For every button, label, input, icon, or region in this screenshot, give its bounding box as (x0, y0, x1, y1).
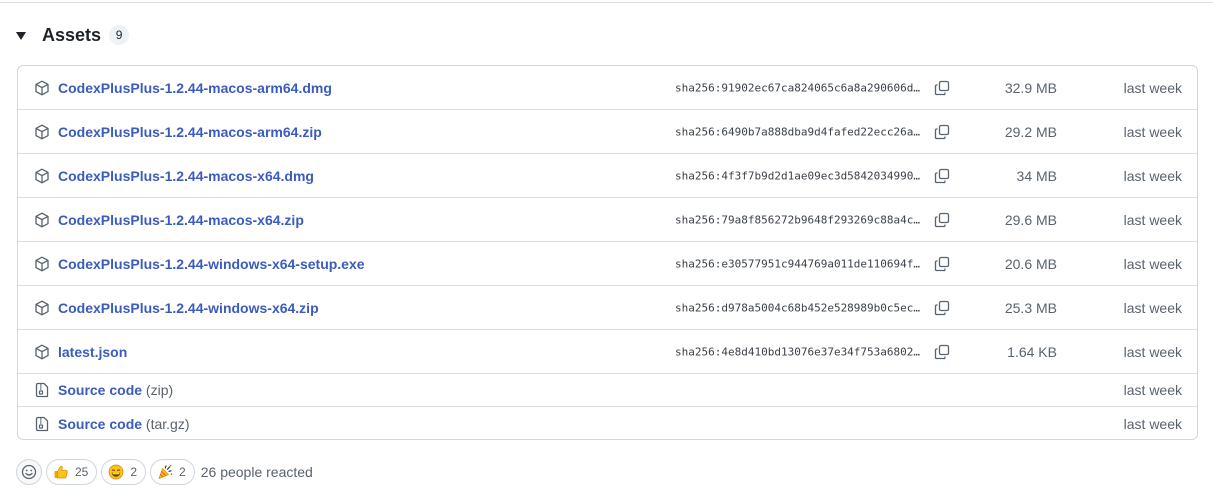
asset-size: 29.6 MB (1004, 211, 1057, 228)
copy-sha-button[interactable] (932, 122, 952, 142)
add-reaction-button[interactable] (16, 459, 42, 485)
package-icon (34, 124, 50, 140)
copy-sha-button[interactable] (932, 298, 952, 318)
laugh-icon (108, 464, 124, 480)
copy-icon (934, 80, 950, 95)
asset-date: last week (1123, 211, 1182, 228)
asset-size: 1.64 KB (1007, 343, 1057, 360)
section-divider (0, 2, 1213, 3)
package-icon (34, 256, 50, 272)
package-icon (34, 300, 50, 316)
copy-sha-button[interactable] (932, 254, 952, 274)
copy-icon (934, 124, 950, 139)
reaction-thumbs-up-button[interactable]: 25 (46, 459, 98, 485)
asset-row: latest.json sha256:4e8d410bd13076e37e34f… (18, 330, 1197, 374)
copy-icon (934, 256, 950, 271)
assets-header[interactable]: Assets 9 (14, 22, 130, 48)
asset-sha256: sha256:e30577951c944769a011de110694f… (675, 257, 921, 270)
package-icon (34, 344, 50, 360)
reaction-count: 2 (179, 465, 186, 479)
assets-count-badge: 9 (109, 25, 130, 45)
asset-row: CodexPlusPlus-1.2.44-windows-x64.zip sha… (18, 286, 1197, 330)
asset-row: CodexPlusPlus-1.2.44-macos-arm64.zip sha… (18, 110, 1197, 154)
asset-sha256: sha256:4f3f7b9d2d1ae09ec3d5842034990… (675, 169, 921, 182)
asset-row: CodexPlusPlus-1.2.44-macos-x64.dmg sha25… (18, 154, 1197, 198)
source-code-targz-link[interactable]: Source code (tar.gz) (58, 416, 190, 432)
file-zip-icon (34, 416, 50, 432)
asset-date: last week (1123, 415, 1182, 432)
source-code-row: Source code (zip) last week (18, 374, 1197, 407)
asset-date: last week (1123, 79, 1182, 96)
asset-sha256: sha256:79a8f856272b9648f293269c88a4c… (675, 213, 921, 226)
asset-row: CodexPlusPlus-1.2.44-windows-x64-setup.e… (18, 242, 1197, 286)
reaction-laugh-button[interactable]: 2 (101, 459, 147, 485)
file-zip-icon (34, 382, 50, 398)
asset-download-link[interactable]: latest.json (58, 344, 127, 360)
asset-download-link[interactable]: CodexPlusPlus-1.2.44-macos-arm64.zip (58, 124, 322, 140)
reaction-count: 25 (75, 465, 89, 479)
smiley-icon (21, 464, 37, 480)
asset-row: CodexPlusPlus-1.2.44-macos-x64.zip sha25… (18, 198, 1197, 242)
asset-sha256: sha256:91902ec67ca824065c6a8a290606d… (675, 81, 921, 94)
copy-sha-button[interactable] (932, 78, 952, 98)
copy-sha-button[interactable] (932, 342, 952, 362)
source-code-zip-link[interactable]: Source code (zip) (58, 382, 173, 398)
reactions-summary: 26 people reacted (200, 464, 313, 480)
asset-sha256: sha256:d978a5004c68b452e528989b0c5ec… (675, 301, 921, 314)
asset-download-link[interactable]: CodexPlusPlus-1.2.44-macos-x64.zip (58, 212, 304, 228)
asset-download-link[interactable]: CodexPlusPlus-1.2.44-macos-x64.dmg (58, 168, 314, 184)
asset-size: 34 MB (1016, 167, 1057, 184)
asset-download-link[interactable]: CodexPlusPlus-1.2.44-windows-x64-setup.e… (58, 256, 365, 272)
copy-icon (934, 344, 950, 359)
package-icon (34, 168, 50, 184)
party-popper-icon (157, 464, 173, 480)
copy-sha-button[interactable] (932, 166, 952, 186)
asset-date: last week (1123, 255, 1182, 272)
asset-size: 32.9 MB (1004, 79, 1057, 96)
asset-date: last week (1123, 382, 1182, 398)
asset-download-link[interactable]: CodexPlusPlus-1.2.44-macos-arm64.dmg (58, 80, 332, 96)
asset-row: CodexPlusPlus-1.2.44-macos-arm64.dmg sha… (18, 66, 1197, 110)
reaction-party-button[interactable]: 2 (150, 459, 195, 485)
package-icon (34, 80, 50, 96)
asset-size: 25.3 MB (1004, 299, 1057, 316)
asset-size: 29.2 MB (1004, 123, 1057, 140)
asset-sha256: sha256:4e8d410bd13076e37e34f753a6802… (675, 345, 921, 358)
copy-icon (934, 300, 950, 315)
assets-title: Assets (42, 24, 102, 45)
package-icon (34, 212, 50, 228)
copy-icon (934, 168, 950, 183)
asset-date: last week (1123, 343, 1182, 360)
source-code-row: Source code (tar.gz) last week (18, 407, 1197, 439)
asset-download-link[interactable]: CodexPlusPlus-1.2.44-windows-x64.zip (58, 300, 319, 316)
thumbs-up-icon (53, 464, 69, 480)
assets-list: CodexPlusPlus-1.2.44-macos-arm64.dmg sha… (17, 65, 1198, 440)
copy-icon (934, 212, 950, 227)
reaction-count: 2 (130, 465, 138, 479)
reactions-bar: 25 2 2 26 people reacted (16, 459, 313, 485)
asset-date: last week (1123, 123, 1182, 140)
triangle-down-icon[interactable] (16, 32, 26, 40)
asset-date: last week (1123, 299, 1182, 316)
asset-size: 20.6 MB (1004, 255, 1057, 272)
asset-sha256: sha256:6490b7a888dba9d4fafed22ecc26a… (675, 125, 921, 138)
asset-date: last week (1123, 167, 1182, 184)
copy-sha-button[interactable] (932, 210, 952, 230)
